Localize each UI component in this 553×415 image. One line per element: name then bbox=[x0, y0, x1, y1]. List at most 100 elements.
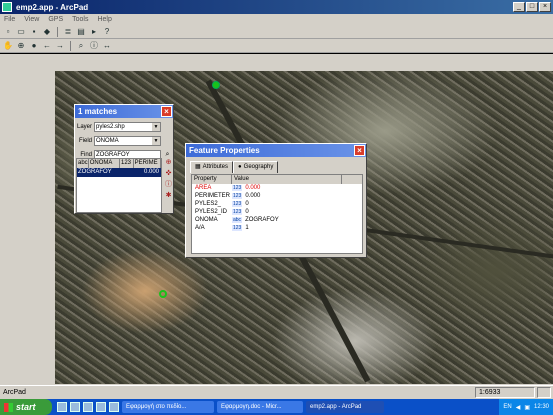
browse-toolbar: ✋ ⊕ ● ← → ⌕ ⓘ ↔ bbox=[0, 39, 553, 53]
chevron-down-icon[interactable]: ▼ bbox=[152, 122, 160, 131]
quicklaunch-ie-icon[interactable] bbox=[57, 402, 67, 412]
number-type-icon: 123 bbox=[120, 159, 134, 168]
chevron-down-icon[interactable]: ▼ bbox=[152, 136, 160, 145]
menu-help[interactable]: Help bbox=[97, 16, 111, 23]
quicklaunch-word-icon[interactable] bbox=[96, 402, 106, 412]
folder-icon[interactable]: ▤ bbox=[76, 27, 86, 37]
properties-titlebar: Feature Properties × bbox=[186, 144, 366, 157]
close-button[interactable]: × bbox=[539, 2, 551, 12]
field-select[interactable]: ONOMA ▼ bbox=[94, 135, 161, 146]
result-perimeter: 0.000 bbox=[143, 169, 159, 175]
feature-properties-dialog: Feature Properties × ▦ Attributes ● Geogra… bbox=[185, 143, 367, 258]
arcpad-app-icon bbox=[2, 2, 12, 12]
table-row[interactable]: PYLES2_ 123 0 bbox=[192, 200, 362, 208]
column-header-value[interactable]: Value bbox=[232, 175, 342, 184]
results-grid: abc ONOMA 123 PERIME ZOGRAFOY 0.000 bbox=[76, 158, 162, 213]
property-value: 1 bbox=[245, 225, 249, 231]
find-dialog-title: 1 matches bbox=[78, 107, 118, 116]
menu-tools[interactable]: Tools bbox=[72, 16, 88, 23]
table-row[interactable]: ZOGRAFOY 0.000 bbox=[77, 168, 161, 177]
new-icon[interactable]: ▫ bbox=[3, 27, 13, 37]
menu-view[interactable]: View bbox=[24, 16, 39, 23]
property-value: 0.000 bbox=[245, 193, 261, 199]
result-onoma: ZOGRAFOY bbox=[78, 169, 112, 175]
layer-select[interactable]: pyles2.shp ▼ bbox=[94, 121, 161, 132]
network-icon[interactable]: ▣ bbox=[524, 404, 530, 411]
windows-taskbar: start Εφαρμογή στο πεδίο... Εφαρμογη.doc… bbox=[0, 399, 553, 415]
field-type-icon: 123 bbox=[232, 209, 243, 215]
identify-icon[interactable]: ⓘ bbox=[164, 180, 173, 189]
identify-icon[interactable]: ⓘ bbox=[89, 41, 99, 51]
column-header-onoma[interactable]: ONOMA bbox=[89, 159, 120, 168]
property-value-cell: 123 1 bbox=[232, 224, 282, 232]
table-row[interactable]: ONOMA abc ZOGRAFOY bbox=[192, 216, 362, 224]
property-name: AREA bbox=[195, 185, 212, 191]
task-arcpad[interactable]: emp2.app - ArcPad bbox=[306, 401, 384, 413]
properties-title: Feature Properties bbox=[189, 146, 260, 155]
language-indicator[interactable]: EN bbox=[503, 404, 511, 410]
zoom-to-icon[interactable]: ⊕ bbox=[164, 158, 173, 167]
layer-label: Layer bbox=[76, 123, 92, 130]
add-layer-icon[interactable]: ◆ bbox=[42, 27, 52, 37]
close-icon[interactable]: × bbox=[354, 145, 365, 156]
volume-icon[interactable]: ◀ bbox=[516, 404, 521, 411]
quicklaunch-explorer-icon[interactable] bbox=[109, 402, 119, 412]
menu-bar: File View GPS Tools Help bbox=[0, 14, 553, 25]
find-icon[interactable]: ⌕ bbox=[76, 41, 86, 51]
find-results-dialog: 1 matches × Layer pyles2.shp ▼ Field ONOM… bbox=[74, 104, 174, 214]
property-name: PERIMETER bbox=[195, 193, 231, 199]
menu-gps[interactable]: GPS bbox=[48, 16, 63, 23]
minimize-button[interactable]: _ bbox=[513, 2, 525, 12]
task-field-doc[interactable]: Εφαρμογή στο πεδίο... bbox=[122, 401, 214, 413]
tab-attributes[interactable]: ▦ Attributes bbox=[190, 161, 234, 173]
layer-icon[interactable]: ≣ bbox=[63, 27, 73, 37]
system-tray: EN ◀ ▣ 12:30 bbox=[499, 399, 553, 415]
back-icon[interactable]: ← bbox=[42, 41, 52, 51]
zoom-icon[interactable]: ⊕ bbox=[16, 41, 26, 51]
flash-icon[interactable]: ✱ bbox=[164, 191, 173, 200]
quicklaunch-desktop-icon[interactable] bbox=[70, 402, 80, 412]
table-row[interactable]: AREA 123 0.000 bbox=[192, 184, 362, 192]
green-point-2[interactable] bbox=[159, 290, 167, 298]
property-name: PYLES2_ID bbox=[195, 209, 228, 215]
tab-geography[interactable]: ● Geography bbox=[233, 161, 279, 173]
property-value: ZOGRAFOY bbox=[245, 217, 279, 223]
maximize-button[interactable]: □ bbox=[526, 2, 538, 12]
globe-icon[interactable]: ● bbox=[29, 41, 39, 51]
pan-to-icon[interactable]: ✜ bbox=[164, 169, 173, 178]
start-button[interactable]: start bbox=[0, 399, 52, 415]
tab-geography-label: Geography bbox=[243, 164, 274, 170]
column-header-property[interactable]: Property bbox=[192, 175, 232, 184]
find-value: ZOGRAFOY bbox=[96, 151, 130, 158]
table-row[interactable]: A/A 123 1 bbox=[192, 224, 362, 232]
close-icon[interactable]: × bbox=[161, 106, 172, 117]
table-row[interactable]: PERIMETER 123 0.000 bbox=[192, 192, 362, 200]
pan-icon[interactable]: ✋ bbox=[3, 41, 13, 51]
help-icon[interactable]: ? bbox=[102, 27, 112, 37]
field-type-icon: abc bbox=[232, 217, 243, 223]
field-value: ONOMA bbox=[96, 137, 119, 144]
field-type-icon: 123 bbox=[232, 225, 243, 231]
layer-value: pyles2.shp bbox=[96, 123, 125, 130]
table-row[interactable]: PYLES2_ID 123 0 bbox=[192, 208, 362, 216]
property-value-cell: 123 0.000 bbox=[232, 192, 282, 200]
column-header-perimeter[interactable]: PERIME bbox=[134, 159, 161, 168]
menu-file[interactable]: File bbox=[4, 16, 15, 23]
green-point-1[interactable] bbox=[212, 81, 220, 89]
open-icon[interactable]: ▭ bbox=[16, 27, 26, 37]
start-label: start bbox=[16, 402, 36, 412]
task-word-doc[interactable]: Εφαρμογη.doc - Micr... bbox=[217, 401, 303, 413]
forward-icon[interactable]: → bbox=[55, 41, 65, 51]
windows-logo-icon bbox=[4, 402, 13, 412]
window-title: emp2.app - ArcPad bbox=[16, 2, 89, 12]
scale-readout: 1:6933 bbox=[475, 387, 535, 398]
property-name: A/A bbox=[195, 225, 205, 231]
status-text: ArcPad bbox=[3, 389, 26, 396]
quicklaunch-media-icon[interactable] bbox=[83, 402, 93, 412]
save-icon[interactable]: ▪ bbox=[29, 27, 39, 37]
bookmark-icon[interactable]: ▸ bbox=[89, 27, 99, 37]
field-label: Field bbox=[78, 137, 92, 144]
field-type-icon: 123 bbox=[232, 201, 243, 207]
measure-icon[interactable]: ↔ bbox=[102, 41, 112, 51]
property-value: 0.000 bbox=[245, 185, 261, 191]
